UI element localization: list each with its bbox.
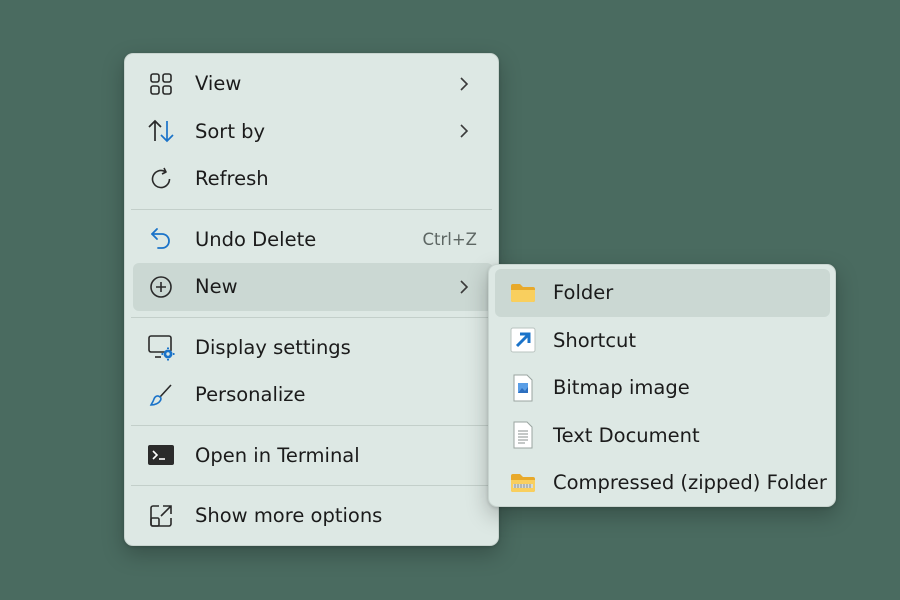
chevron-right-icon <box>457 124 471 138</box>
menu-item-sort-by[interactable]: Sort by <box>133 108 493 156</box>
desktop[interactable]: View Sort by Refresh Undo Delete Ctrl+Z … <box>0 0 900 600</box>
share-window-icon <box>147 502 175 530</box>
chevron-right-icon <box>457 77 471 91</box>
menu-item-label: New <box>195 275 238 299</box>
context-menu: View Sort by Refresh Undo Delete Ctrl+Z … <box>124 53 499 546</box>
sort-icon <box>147 117 175 145</box>
add-circle-icon <box>147 273 175 301</box>
keyboard-shortcut: Ctrl+Z <box>422 229 478 249</box>
undo-icon <box>147 225 175 253</box>
shortcut-arrow-icon <box>509 326 537 354</box>
new-submenu: Folder Shortcut Bitmap image Text Docume… <box>488 264 836 507</box>
menu-item-display-settings[interactable]: Display settings <box>133 324 493 372</box>
grid-icon <box>147 70 175 98</box>
submenu-item-label: Text Document <box>553 423 700 447</box>
menu-item-open-in-terminal[interactable]: Open in Terminal <box>133 432 493 480</box>
brush-icon <box>147 381 175 409</box>
chevron-right-icon <box>457 280 471 294</box>
menu-item-personalize[interactable]: Personalize <box>133 371 493 419</box>
submenu-item-label: Shortcut <box>553 328 637 352</box>
folder-icon <box>509 279 537 307</box>
menu-item-label: Refresh <box>195 167 269 191</box>
menu-item-label: Open in Terminal <box>195 443 360 467</box>
menu-item-view[interactable]: View <box>133 60 493 108</box>
menu-item-label: Undo Delete <box>195 227 317 251</box>
menu-item-new[interactable]: New <box>133 263 493 311</box>
text-file-icon <box>509 421 537 449</box>
refresh-icon <box>147 165 175 193</box>
menu-item-label: View <box>195 72 242 96</box>
submenu-item-bitmap-image[interactable]: Bitmap image <box>495 364 830 412</box>
submenu-item-label: Bitmap image <box>553 376 690 400</box>
zip-folder-icon <box>509 469 537 497</box>
menu-item-show-more-options[interactable]: Show more options <box>133 492 493 540</box>
terminal-icon <box>147 441 175 469</box>
submenu-item-label: Folder <box>553 281 614 305</box>
menu-item-label: Display settings <box>195 335 351 359</box>
menu-separator <box>131 485 492 486</box>
menu-item-refresh[interactable]: Refresh <box>133 155 493 203</box>
submenu-item-compressed-folder[interactable]: Compressed (zipped) Folder <box>495 459 830 507</box>
menu-separator <box>131 316 492 318</box>
submenu-item-text-document[interactable]: Text Document <box>495 412 830 460</box>
bitmap-file-icon <box>509 374 537 402</box>
submenu-item-shortcut[interactable]: Shortcut <box>495 317 830 365</box>
submenu-item-folder[interactable]: Folder <box>495 269 830 317</box>
display-settings-icon <box>147 333 175 361</box>
menu-separator <box>131 424 492 426</box>
menu-item-undo-delete[interactable]: Undo Delete Ctrl+Z <box>133 216 493 264</box>
submenu-item-label: Compressed (zipped) Folder <box>553 471 827 495</box>
menu-item-label: Sort by <box>195 119 266 143</box>
menu-separator <box>131 208 492 210</box>
menu-item-label: Personalize <box>195 383 306 407</box>
menu-item-label: Show more options <box>195 504 383 528</box>
